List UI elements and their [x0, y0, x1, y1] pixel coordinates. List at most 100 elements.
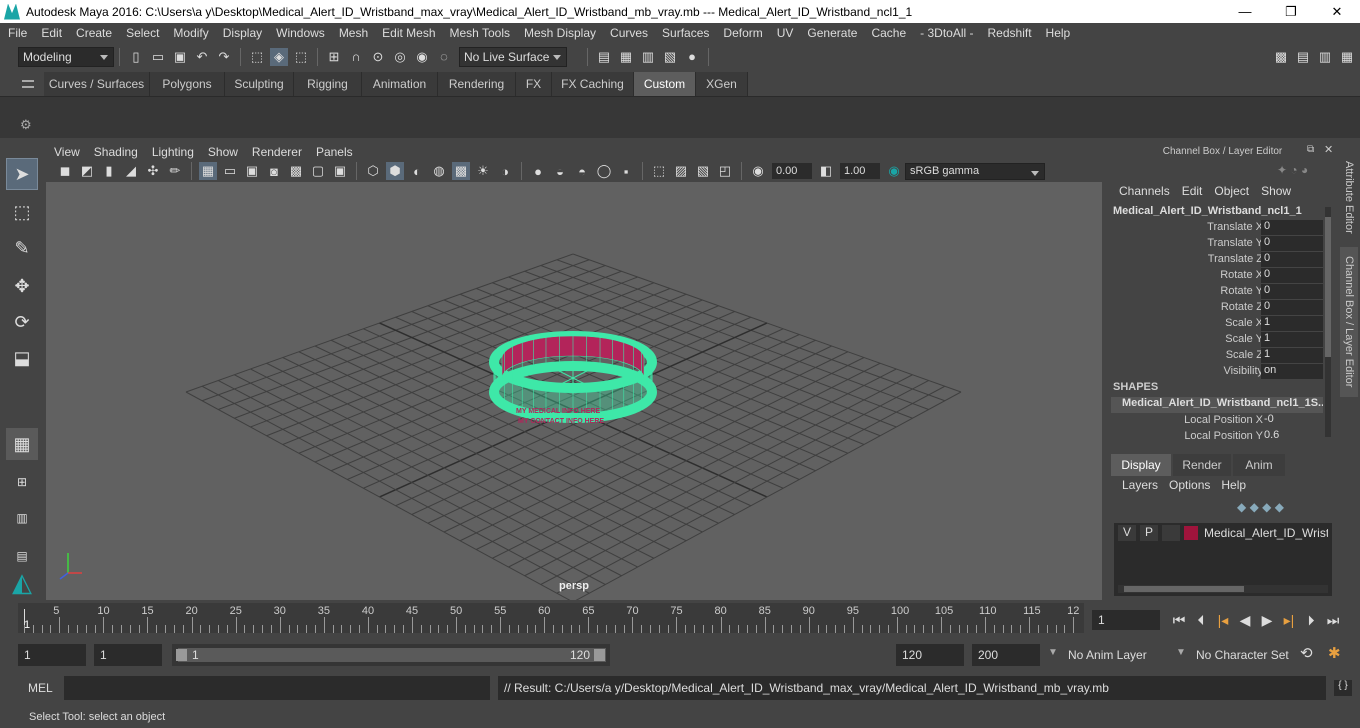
image-plane-icon[interactable]: ◢ — [122, 162, 140, 180]
script-editor-icon[interactable]: { } — [1334, 680, 1352, 696]
current-frame-field[interactable]: 1 — [1092, 610, 1160, 630]
layer-action-icons[interactable]: ◆ ◆ ◆ ◆ — [1237, 500, 1284, 514]
textured-icon[interactable]: ▩ — [452, 162, 470, 180]
attr-translate-z[interactable]: Translate Z0 — [1107, 252, 1323, 268]
shelf-tab-polygons[interactable]: Polygons — [150, 72, 225, 96]
camera-icon[interactable]: ◼ — [56, 162, 74, 180]
menu-uv[interactable]: UV — [769, 26, 800, 40]
attr-local-position-y[interactable]: Local Position Y 0.6 — [1107, 429, 1321, 445]
attr-scale-x[interactable]: Scale X1 — [1107, 316, 1323, 332]
move-tool-icon[interactable]: ✥ — [6, 270, 38, 302]
playback-end-field[interactable]: 120 — [896, 644, 964, 666]
range-bar-fill[interactable] — [178, 648, 606, 662]
play-backwards-icon[interactable]: ◀ — [1234, 609, 1256, 631]
attr-translate-x[interactable]: Translate X0 — [1107, 220, 1323, 236]
character-set-field[interactable]: No Character Set — [1190, 644, 1294, 666]
attr-rotate-z[interactable]: Rotate Z0 — [1107, 300, 1323, 316]
color-management-icon[interactable]: ◉ — [885, 162, 903, 180]
step-forward-key-icon[interactable]: ▸| — [1278, 609, 1300, 631]
bookmark-icon[interactable]: ▮ — [100, 162, 118, 180]
xray-joints-icon[interactable]: ⬚ — [650, 162, 668, 180]
menu-select[interactable]: Select — [118, 26, 165, 40]
menu-curves[interactable]: Curves — [602, 26, 654, 40]
shadows-icon[interactable]: ◑ — [496, 162, 514, 180]
minimize-button[interactable]: — — [1222, 0, 1268, 23]
shelf-tab-rendering[interactable]: Rendering — [438, 72, 516, 96]
resolution-gate-icon[interactable]: ▣ — [243, 162, 261, 180]
use-all-lights-icon[interactable]: ☀ — [474, 162, 492, 180]
attr-rotate-y[interactable]: Rotate Y0 — [1107, 284, 1323, 300]
panel-menu-shading[interactable]: Shading — [94, 145, 138, 159]
menu-edit[interactable]: Edit — [33, 26, 68, 40]
step-back-key-icon[interactable]: |◂ — [1212, 609, 1234, 631]
snap-curve-icon[interactable]: ∩ — [347, 48, 365, 66]
select-component-icon[interactable]: ⬚ — [292, 48, 310, 66]
open-scene-icon[interactable]: ▭ — [149, 48, 167, 66]
menu-mesh-display[interactable]: Mesh Display — [516, 26, 602, 40]
rotate-tool-icon[interactable]: ⟳ — [6, 306, 38, 338]
maximize-button[interactable]: ❐ — [1268, 0, 1314, 23]
menu-cache[interactable]: Cache — [863, 26, 912, 40]
snap-grid-icon[interactable]: ⊞ — [325, 48, 343, 66]
float-panel-icon[interactable]: ⧉ — [1307, 144, 1314, 155]
hypershade-icon[interactable]: ● — [683, 48, 701, 66]
grease-pencil-icon[interactable]: ✏ — [166, 162, 184, 180]
auto-key-icon[interactable]: ⟲ — [1300, 644, 1322, 666]
menu-modify[interactable]: Modify — [165, 26, 214, 40]
camera-attributes-icon[interactable]: ◩ — [78, 162, 96, 180]
layer-menu-help[interactable]: Help — [1221, 478, 1246, 496]
menu-display[interactable]: Display — [215, 26, 268, 40]
close-button[interactable]: ✕ — [1314, 0, 1360, 23]
wireframe-on-shaded-icon[interactable]: ◐ — [408, 162, 426, 180]
gate-mask-icon[interactable]: ◙ — [265, 162, 283, 180]
undo-icon[interactable]: ↶ — [193, 48, 211, 66]
time-slider[interactable]: 1 5 10 15 20 25 30 35 40 45 50 55 60 65 70 75 80 85 90 95 1… — [0, 603, 1360, 636]
anti-aliasing-icon[interactable]: ◓ — [573, 162, 591, 180]
menu-surfaces[interactable]: Surfaces — [654, 26, 715, 40]
snap-point-icon[interactable]: ⊙ — [369, 48, 387, 66]
attr-rotate-x[interactable]: Rotate X0 — [1107, 268, 1323, 284]
safe-action-icon[interactable]: ▢ — [309, 162, 327, 180]
view-transform-dropdown[interactable]: sRGB gamma — [905, 162, 1045, 180]
close-panel-icon[interactable]: ✕ — [1324, 143, 1333, 156]
xray-icon[interactable]: ◍ — [430, 162, 448, 180]
cb-menu-channels[interactable]: Channels — [1119, 184, 1170, 200]
frame-all-icon[interactable]: ◰ — [716, 162, 734, 180]
select-tool-icon[interactable]: ➤ — [6, 158, 38, 190]
attr-scale-z[interactable]: Scale Z1 — [1107, 348, 1323, 364]
layer-tab-display[interactable]: Display — [1111, 454, 1171, 476]
menu-edit-mesh[interactable]: Edit Mesh — [374, 26, 441, 40]
go-to-end-icon[interactable]: ⏭ — [1322, 609, 1344, 631]
animation-preferences-icon[interactable]: ✱ — [1328, 644, 1350, 666]
shelf-tab-rigging[interactable]: Rigging — [294, 72, 362, 96]
gamma-field[interactable]: 1.00 — [840, 163, 880, 179]
snap-surface-icon[interactable]: ◉ — [413, 48, 431, 66]
mel-input[interactable] — [64, 676, 490, 700]
scale-tool-icon[interactable]: ⬓ — [6, 342, 38, 374]
workspace-icon[interactable]: ▩ — [1272, 48, 1290, 66]
go-to-start-icon[interactable]: ⏮ — [1168, 609, 1190, 631]
modeling-toolkit-icon[interactable]: ▤ — [1294, 48, 1312, 66]
layer-tab-render[interactable]: Render — [1173, 454, 1231, 476]
isolate-select-icon[interactable]: ▪ — [617, 162, 635, 180]
render-settings-icon[interactable]: ▤ — [595, 48, 613, 66]
cb-menu-show[interactable]: Show — [1261, 184, 1291, 200]
shelf-tab-custom[interactable]: Custom — [634, 72, 696, 96]
xray-active-icon[interactable]: ▨ — [672, 162, 690, 180]
attr-visibility[interactable]: Visibility on — [1107, 364, 1323, 380]
single-perspective-layout-icon[interactable]: ▦ — [6, 428, 38, 460]
field-chart-icon[interactable]: ▩ — [287, 162, 305, 180]
channel-box-options-icon[interactable]: ✦ ◔ ◕ — [1277, 163, 1308, 177]
character-set-arrow-icon[interactable]: ▼ — [1176, 647, 1186, 658]
cb-menu-object[interactable]: Object — [1214, 184, 1249, 200]
paint-select-tool-icon[interactable]: ✎ — [6, 232, 38, 264]
new-scene-icon[interactable]: ▯ — [127, 48, 145, 66]
playback-start-field[interactable]: 1 — [94, 644, 162, 666]
lasso-tool-icon[interactable]: ⬚ — [6, 196, 38, 228]
render-view-icon[interactable]: ▧ — [661, 48, 679, 66]
layer-name[interactable]: Medical_Alert_ID_Wristba — [1204, 526, 1328, 540]
channel-box-icon[interactable]: ▦ — [1338, 48, 1356, 66]
scene-view[interactable]: MY MEDICAL INFO HERE MY CONTACT INFO HER… — [46, 182, 1102, 600]
step-back-frame-icon[interactable]: ⏴ — [1190, 609, 1212, 631]
anim-layer-field[interactable]: No Anim Layer — [1062, 644, 1162, 666]
